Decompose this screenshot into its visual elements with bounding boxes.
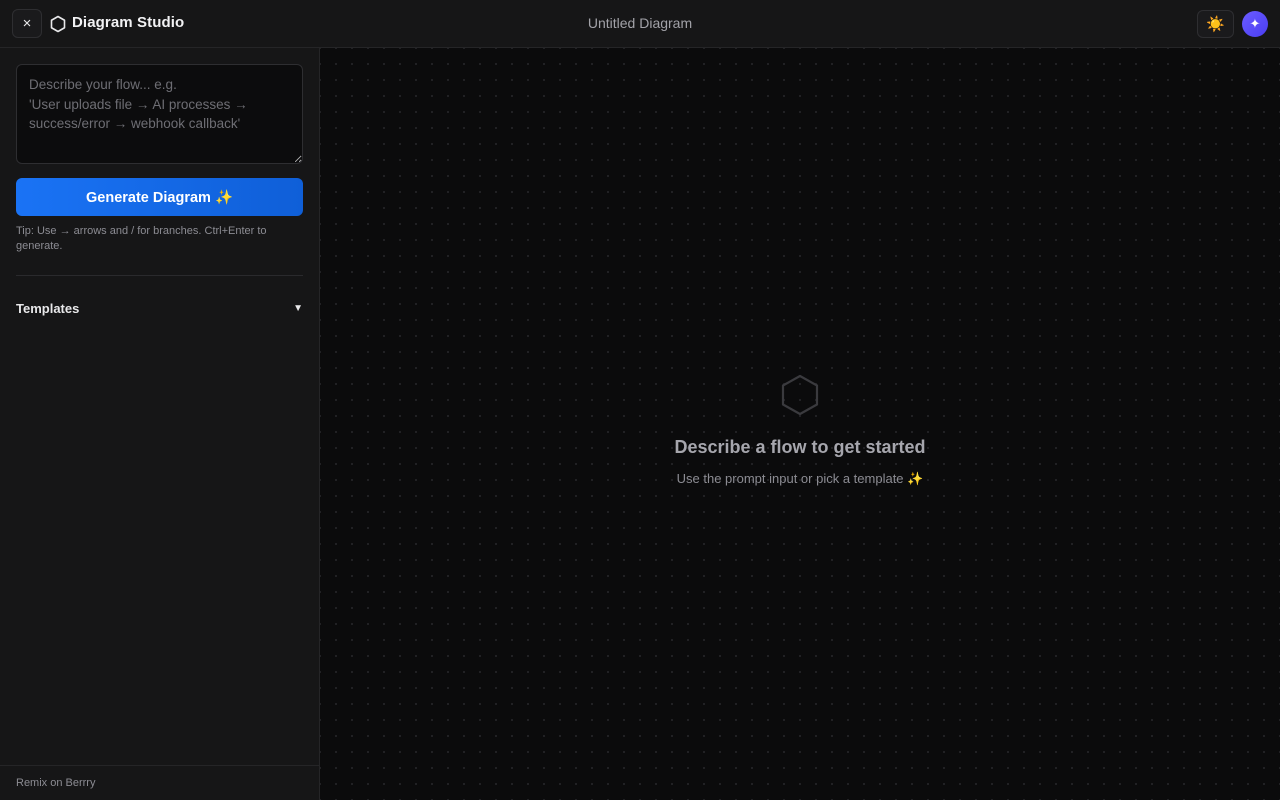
sun-icon: ☀️ [1206,16,1225,33]
templates-toggle[interactable]: Templates ▼ [16,299,303,317]
theme-toggle-button[interactable]: ☀️ [1197,10,1234,38]
empty-state-title: Describe a flow to get started [674,437,926,457]
top-bar: × Diagram Studio Untitled Diagram ☀️ ✦ [0,0,1280,48]
diagram-canvas[interactable]: Describe a flow to get started Use the p… [320,48,1280,800]
document-title[interactable]: Untitled Diagram [0,15,1280,31]
sparkle-icon: ✦ [1249,16,1261,31]
sidebar-divider [16,275,303,276]
chevron-down-icon: ▼ [293,302,303,314]
ai-assistant-button[interactable]: ✦ [1242,11,1268,37]
remix-link[interactable]: Remix on Berrry [16,777,95,789]
empty-state-subtitle: Use the prompt input or pick a template … [676,471,924,486]
flow-prompt-input[interactable] [16,64,303,164]
tip-text: Tip: Use → arrows and / for branches. Ct… [16,225,267,252]
hexagon-empty-icon [781,374,819,416]
templates-label: Templates [16,300,80,316]
sidebar-footer: Remix on Berrry [0,765,319,800]
generate-diagram-button[interactable]: Generate Diagram ✨ [16,178,303,216]
sidebar: Generate Diagram ✨ Tip: Use → arrows and… [0,48,320,800]
